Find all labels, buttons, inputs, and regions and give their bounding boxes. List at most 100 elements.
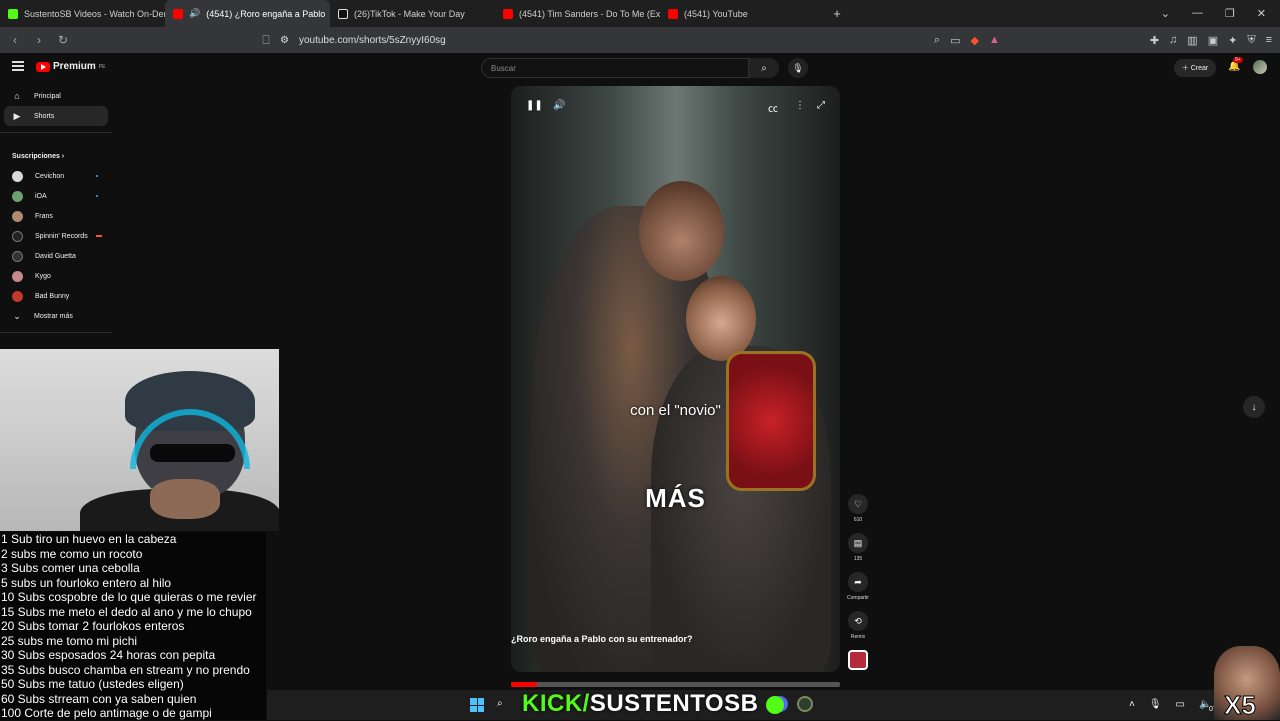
channel-name: Bad Bunny xyxy=(35,292,70,300)
window-controls: ⌄ — ❐ ✕ xyxy=(1161,7,1280,20)
sidebar-item-shorts[interactable]: ▶ Shorts xyxy=(4,106,108,126)
tab-tim-sanders[interactable]: (4541) Tim Sanders - Do To Me (Exte xyxy=(495,0,660,27)
sidebar-item-david-guetta[interactable]: David Guetta xyxy=(0,246,112,266)
sidebar-item-spinnin-records[interactable]: Spinnin' Records xyxy=(0,226,112,246)
like-button[interactable]: ♡ 610 xyxy=(843,494,873,523)
divider xyxy=(0,332,112,333)
create-button[interactable]: ＋ Crear xyxy=(1174,59,1216,77)
next-video-button[interactable]: ↓ xyxy=(1243,396,1265,418)
sidebar-item-bad-bunny[interactable]: Bad Bunny xyxy=(0,286,112,306)
sub-goal-item: 20 Subs tomar 2 fourlokos enteros xyxy=(1,619,185,633)
sidebar-item-principal[interactable]: ⌂ Principal xyxy=(0,86,112,106)
shorts-actions: ♡ 610 ▤ 135 ➦ Compartir ⟲ Remix xyxy=(843,494,873,680)
kick-prefix: KICK/ xyxy=(522,690,590,717)
tab-youtube-short[interactable]: 🔊 (4541) ¿Roro engaña a Pablo ✕ xyxy=(165,0,330,27)
minimize-icon[interactable]: — xyxy=(1192,7,1203,20)
vpn-icon[interactable]: ⛨ xyxy=(1247,34,1255,47)
sub-goal-item: 25 subs me tomo mi pichi xyxy=(1,633,138,648)
windows-start-icon[interactable] xyxy=(470,698,484,712)
forward-icon[interactable]: › xyxy=(32,33,46,47)
brave-shield-icon[interactable]: ◆ xyxy=(970,34,978,47)
video-person-head xyxy=(686,276,756,361)
bookmark-icon[interactable]: ⎕ xyxy=(259,33,273,48)
channel-avatar xyxy=(12,270,23,282)
rewards-icon[interactable]: ▲ xyxy=(989,34,1000,47)
volume-icon[interactable]: 🔊 xyxy=(553,100,565,111)
show-more-button[interactable]: ⌄ Mostrar más xyxy=(0,306,112,326)
remix-button[interactable]: ⟲ Remix xyxy=(843,611,873,640)
tab-label: (4541) YouTube xyxy=(684,8,748,19)
tab-label: (4541) Tim Sanders - Do To Me (Exte xyxy=(519,8,660,19)
taskbar-search-icon[interactable]: ⌕ xyxy=(497,698,503,709)
tab-youtube[interactable]: (4541) YouTube xyxy=(660,0,825,27)
comment-icon: ▤ xyxy=(848,533,868,553)
sidebar-toggle-icon[interactable]: ▥ xyxy=(1187,34,1197,47)
show-more-label: Mostrar más xyxy=(34,312,73,320)
speaker-icon[interactable]: 🔊 xyxy=(189,8,200,19)
network-icon[interactable]: ▭ xyxy=(1176,699,1185,710)
video-person-head xyxy=(639,181,724,281)
share-button[interactable]: ➦ Compartir xyxy=(843,572,873,601)
search-input[interactable]: Buscar xyxy=(481,58,749,78)
subscriptions-title: Suscripciones xyxy=(12,153,60,160)
new-tab-button[interactable]: + xyxy=(825,6,849,21)
captions-icon[interactable]: ㏄ xyxy=(768,100,778,115)
wallet-icon[interactable]: ▣ xyxy=(1208,34,1218,47)
video-title[interactable]: ¿Roro engaña a Pablo con su entrenador? xyxy=(511,634,693,644)
close-window-icon[interactable]: ✕ xyxy=(1257,7,1266,20)
youtube-play-icon xyxy=(36,61,50,72)
sidebar-item-cevichon[interactable]: Cevichon xyxy=(0,166,112,186)
shorts-player[interactable]: ❚❚ 🔊 ㏄ ⋮ ⤢ con el "novio" MÁS ¿Roro enga… xyxy=(511,86,840,672)
hamburger-menu-icon[interactable] xyxy=(12,61,24,71)
sidebar-item-frans[interactable]: Frans xyxy=(0,206,112,226)
home-icon: ⌂ xyxy=(14,91,20,101)
voice-search-button[interactable]: 🎙 xyxy=(788,58,808,78)
kick-channel-name: SUSTENTOSB xyxy=(589,690,759,717)
notifications-button[interactable]: 🔔 9+ xyxy=(1228,57,1243,72)
subscriptions-heading[interactable]: Suscripciones › xyxy=(0,139,112,166)
search-button[interactable]: ⌕ xyxy=(749,58,779,78)
sub-goal-item: 10 Subs cospobre de lo que quieras o me … xyxy=(1,590,257,604)
channel-avatar xyxy=(12,190,23,202)
pause-icon[interactable]: ❚❚ xyxy=(526,100,543,111)
menu-icon[interactable]: ≡ xyxy=(1266,34,1272,47)
sidebar-item-kygo[interactable]: Kygo xyxy=(0,266,112,286)
more-options-icon[interactable]: ⋮ xyxy=(795,100,805,111)
maximize-icon[interactable]: ❐ xyxy=(1225,7,1235,20)
tab-list-icon[interactable]: ⌄ xyxy=(1161,7,1170,20)
zoom-icon[interactable]: ⌕ xyxy=(934,34,940,47)
youtube-logo[interactable]: Premium PE xyxy=(36,61,105,72)
youtube-icon xyxy=(503,8,513,19)
url-field[interactable]: ⚙ youtube.com/shorts/5sZnyyI60sg xyxy=(280,30,1000,50)
championship-belt xyxy=(726,351,816,491)
leo-icon[interactable]: ✦ xyxy=(1228,34,1237,47)
fullscreen-icon[interactable]: ⤢ xyxy=(817,100,825,111)
tab-tiktok[interactable]: (26)TikTok - Make Your Day xyxy=(330,0,495,27)
account-avatar[interactable] xyxy=(1253,60,1267,74)
remix-icon: ⟲ xyxy=(848,611,868,631)
channel-avatar xyxy=(12,250,23,262)
divider xyxy=(0,132,112,133)
video-caption-big: MÁS xyxy=(645,483,706,513)
cast-icon[interactable]: ▭ xyxy=(950,34,960,47)
chevron-up-icon[interactable]: ˄ xyxy=(1129,699,1135,710)
video-progress-bar[interactable] xyxy=(511,682,840,687)
mic-tray-icon[interactable]: 🎙 xyxy=(1149,699,1162,710)
sidebar-item-ioa[interactable]: iOA xyxy=(0,186,112,206)
app-icon[interactable] xyxy=(797,696,813,712)
sound-thumbnail-image xyxy=(848,650,868,670)
tab-label: (4541) ¿Roro engaña a Pablo xyxy=(206,8,326,19)
tab-kick[interactable]: SustentoSB Videos - Watch On-Dem xyxy=(0,0,165,27)
sidebar-item-label: Principal xyxy=(34,92,61,100)
sound-thumbnail[interactable] xyxy=(843,650,873,670)
channel-name: David Guetta xyxy=(35,252,76,260)
reload-icon[interactable]: ↻ xyxy=(56,33,70,47)
back-icon[interactable]: ‹ xyxy=(8,33,22,47)
media-icon[interactable]: ♫ xyxy=(1169,34,1177,47)
site-info-icon[interactable]: ⚙ xyxy=(280,35,289,46)
extensions-icon[interactable]: ✚ xyxy=(1150,34,1159,47)
browser-toolbar: ⌕ ▭ ◆ ▲ ✚ ♫ ▥ ▣ ✦ ⛨ ≡ xyxy=(934,34,1272,47)
sub-goal-item: 5 subs un fourloko entero al hilo xyxy=(1,575,172,590)
sidebar: ⌂ Principal ▶ Shorts Suscripciones › Cev… xyxy=(0,86,112,366)
comments-button[interactable]: ▤ 135 xyxy=(843,533,873,562)
